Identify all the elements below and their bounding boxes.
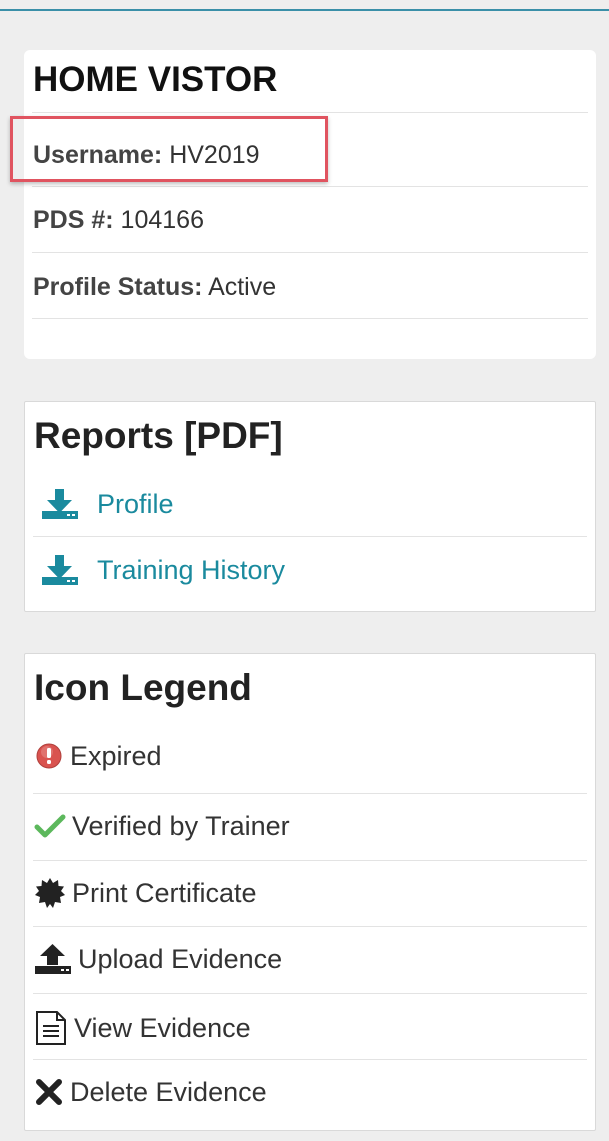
username-label: Username: (33, 141, 163, 169)
profile-report-label: Profile (97, 489, 174, 519)
legend-item-view-evidence: View Evidence (34, 1010, 251, 1046)
profile-title: HOME VISTOR (33, 60, 278, 99)
divider (32, 318, 588, 319)
divider (33, 860, 587, 861)
legend-item-upload-evidence: Upload Evidence (34, 943, 282, 975)
training-history-report-link[interactable]: Training History (41, 554, 285, 586)
legend-item-expired: Expired (34, 740, 162, 772)
document-icon (34, 1010, 68, 1046)
divider (32, 252, 588, 253)
divider (33, 536, 587, 537)
divider (33, 1059, 587, 1060)
profile-status-row: Profile Status: Active (33, 272, 276, 302)
legend-label-verified: Verified by Trainer (72, 811, 290, 841)
legend-label-upload-evidence: Upload Evidence (78, 944, 283, 974)
top-rule (0, 9, 609, 11)
download-icon (42, 555, 78, 585)
pds-label: PDS #: (33, 206, 114, 234)
profile-panel: HOME VISTOR Username: HV2019 PDS #: 1041… (24, 50, 596, 359)
legend-item-print-certificate: Print Certificate (34, 877, 257, 909)
profile-status-label: Profile Status: (33, 273, 203, 301)
profile-status-value: Active (208, 273, 277, 301)
reports-title: Reports [PDF] (34, 415, 283, 456)
reports-panel: Reports [PDF] Profile Training History (24, 401, 596, 612)
username-row: Username: HV2019 (33, 140, 260, 170)
checkmark-icon (34, 811, 66, 841)
icon-legend-panel: Icon Legend Expired Verified by Trainer (24, 653, 596, 1131)
exclamation-circle-icon (34, 741, 64, 771)
divider (33, 926, 587, 927)
legend-label-view-evidence: View Evidence (74, 1013, 251, 1043)
upload-icon (34, 943, 72, 975)
legend-label-print-certificate: Print Certificate (72, 878, 257, 908)
certificate-icon (34, 877, 66, 909)
icon-legend-title: Icon Legend (34, 667, 252, 708)
legend-label-delete-evidence: Delete Evidence (70, 1077, 267, 1107)
legend-label-expired: Expired (70, 741, 162, 771)
profile-report-link[interactable]: Profile (41, 488, 174, 520)
pds-value: 104166 (120, 206, 204, 234)
divider (32, 112, 588, 113)
divider (32, 186, 588, 187)
username-value: HV2019 (169, 141, 260, 169)
legend-item-delete-evidence: Delete Evidence (34, 1076, 267, 1108)
pds-row: PDS #: 104166 (33, 205, 204, 235)
divider (33, 993, 587, 994)
training-history-report-label: Training History (97, 555, 286, 585)
download-icon (42, 489, 78, 519)
x-icon (34, 1077, 64, 1107)
divider (33, 793, 587, 794)
legend-item-verified: Verified by Trainer (34, 810, 290, 842)
